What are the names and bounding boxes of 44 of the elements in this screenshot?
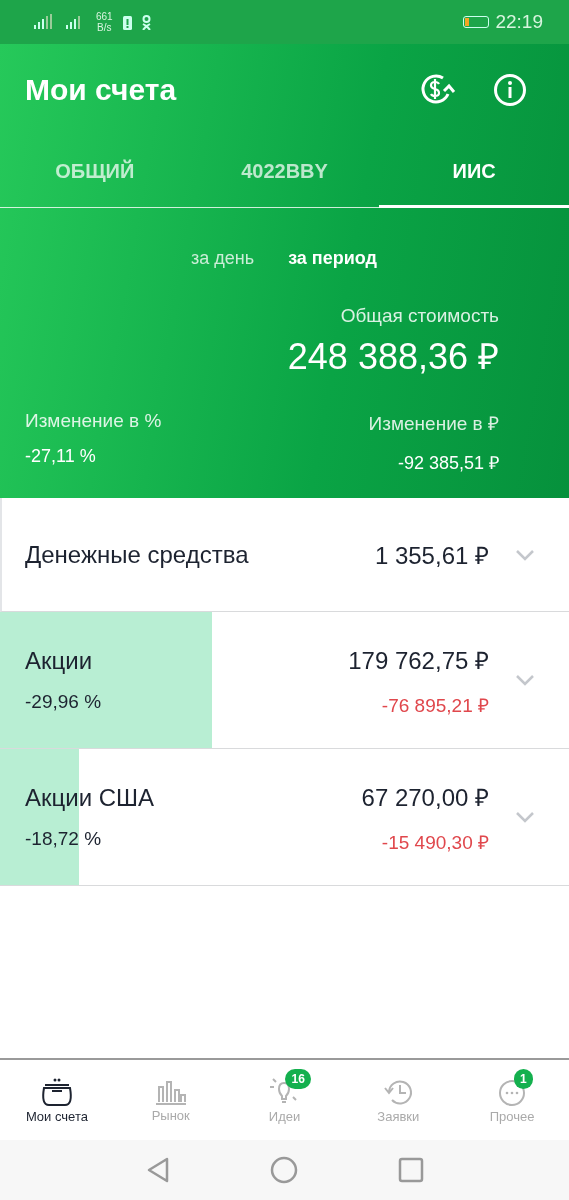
asset-change: -15 490,30 ₽ [381, 830, 489, 855]
asset-row[interactable]: Акции США -18,72 % 67 270,00 ₽ -15 490,30 ₽ [0, 749, 569, 886]
asset-value: 179 762,75 ₽ [348, 645, 489, 676]
nav-item[interactable]: Мои счета [0, 1060, 114, 1140]
nav-item[interactable]: 1 Прочее [455, 1060, 569, 1140]
speed-value: 661 [96, 11, 113, 22]
chevron-down-icon[interactable] [515, 674, 535, 686]
home-icon[interactable] [269, 1156, 298, 1184]
account-tab[interactable]: ОБЩИЙ [0, 135, 190, 208]
total-label: Общая стоимость [340, 305, 499, 327]
period-toggle[interactable]: за период [286, 244, 379, 273]
asset-name: Акции США [25, 784, 156, 812]
battery-alert-icon [122, 14, 132, 30]
chevron-down-icon[interactable] [515, 548, 535, 561]
count-badge: 16 [285, 1068, 311, 1089]
total-value: 248 388,36 ₽ [287, 335, 499, 379]
asset-value: 1 355,61 ₽ [374, 541, 489, 571]
speed-unit: B/s [97, 22, 112, 33]
nav-item[interactable]: 16 Идеи [227, 1060, 342, 1140]
change-label: Изменение в % [25, 410, 162, 432]
asset-value: 67 270,00 ₽ [361, 782, 489, 813]
clock-time: 22:19 [495, 11, 543, 33]
chevron-down-icon[interactable] [515, 811, 535, 823]
nav-item[interactable]: Рынок [113, 1060, 228, 1140]
account-tab[interactable]: ИИС [379, 135, 569, 208]
recents-icon[interactable] [397, 1157, 424, 1183]
change-label: Изменение в ₽ [368, 412, 499, 436]
count-badge: 1 [514, 1068, 533, 1089]
asset-percent: -18,72 % [25, 828, 103, 850]
info-icon[interactable] [493, 72, 527, 107]
nav-item[interactable]: Заявки [341, 1060, 456, 1140]
back-icon[interactable] [145, 1157, 170, 1183]
person-icon [141, 14, 151, 30]
change-value: -92 385,51 ₽ [397, 452, 499, 474]
asset-name: Денежные средства [25, 540, 250, 569]
account-tab[interactable]: 4022BBY [189, 135, 380, 208]
asset-percent: -29,96 % [25, 691, 103, 713]
asset-name: Акции [25, 647, 94, 675]
asset-row[interactable]: Акции -29,96 % 179 762,75 ₽ -76 895,21 ₽ [0, 612, 569, 749]
screen-title: Мои счета [25, 72, 177, 107]
battery-icon [463, 16, 490, 28]
period-toggle[interactable]: за день [189, 244, 257, 273]
asset-change: -76 895,21 ₽ [381, 693, 489, 718]
change-value: -27,11 % [25, 446, 97, 467]
